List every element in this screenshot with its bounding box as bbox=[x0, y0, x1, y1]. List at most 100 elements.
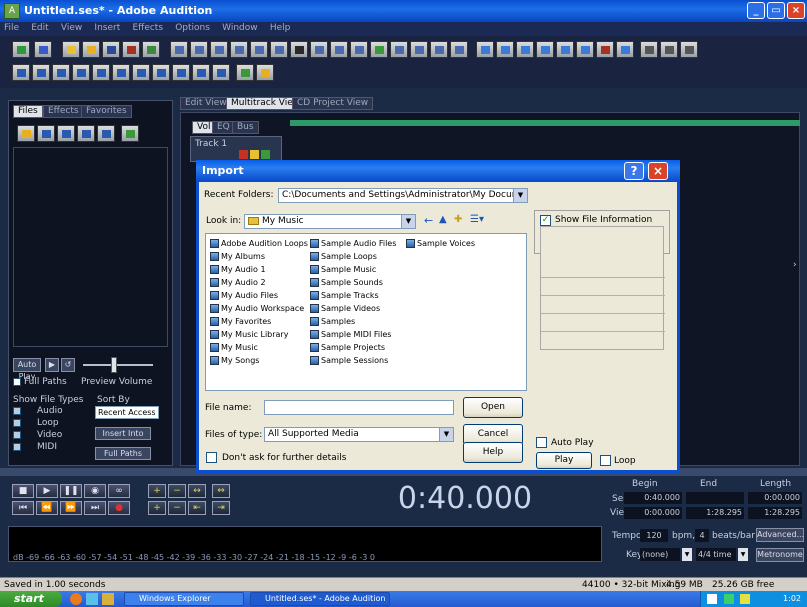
list-item[interactable]: Sample Loops bbox=[310, 251, 377, 262]
layout-1-icon[interactable] bbox=[12, 64, 30, 81]
tab-bus[interactable]: Bus bbox=[232, 121, 259, 134]
auto-play-checkbox[interactable] bbox=[536, 437, 547, 448]
show-file-info-checkbox[interactable]: ✓ bbox=[540, 215, 551, 226]
tool-1-icon[interactable] bbox=[170, 41, 188, 58]
start-button[interactable]: start bbox=[0, 591, 62, 607]
list-item[interactable]: My Audio Files bbox=[210, 290, 278, 301]
tab-edit-view[interactable]: Edit View bbox=[180, 97, 232, 110]
menu-options[interactable]: Options bbox=[175, 23, 210, 33]
file-settings-icon[interactable] bbox=[121, 125, 139, 142]
open-file-icon[interactable] bbox=[82, 41, 100, 58]
layout-3-icon[interactable] bbox=[52, 64, 70, 81]
open-button[interactable]: Open bbox=[463, 397, 523, 418]
loop-type-checkbox[interactable] bbox=[13, 419, 21, 427]
list-item[interactable]: Adobe Audition Loops bbox=[210, 238, 308, 249]
list-item[interactable]: Sample Videos bbox=[310, 303, 380, 314]
taskbar-item-audition[interactable]: Untitled.ses* - Adobe Audition bbox=[250, 592, 390, 606]
list-item[interactable]: Sample Sessions bbox=[310, 355, 388, 366]
layout-9-icon[interactable] bbox=[172, 64, 190, 81]
track-record-icon[interactable] bbox=[239, 150, 248, 159]
quick-launch-browser-icon[interactable] bbox=[70, 593, 82, 605]
metronome-button[interactable]: Metronome bbox=[756, 548, 804, 562]
close-file-panel-icon[interactable] bbox=[37, 125, 55, 142]
tool-17-icon[interactable] bbox=[496, 41, 514, 58]
file-list-area[interactable] bbox=[13, 147, 168, 347]
maximize-button[interactable]: ▭ bbox=[767, 2, 785, 19]
chevron-down-icon[interactable]: ▼ bbox=[439, 428, 453, 441]
layout-12-icon[interactable] bbox=[236, 64, 254, 81]
menu-edit[interactable]: Edit bbox=[31, 23, 48, 33]
quick-launch-folder-icon[interactable] bbox=[102, 593, 114, 605]
list-item[interactable]: My Music Library bbox=[210, 329, 288, 340]
key-select[interactable]: (none) bbox=[640, 548, 680, 561]
list-item[interactable]: Sample Audio Files bbox=[310, 238, 396, 249]
sort-by-select[interactable]: Recent Access bbox=[95, 406, 159, 419]
dialog-close-icon[interactable]: × bbox=[648, 162, 668, 180]
list-item[interactable]: Sample MIDI Files bbox=[310, 329, 391, 340]
dont-ask-checkbox[interactable] bbox=[206, 452, 217, 463]
list-item[interactable]: My Songs bbox=[210, 355, 259, 366]
list-item[interactable]: My Music bbox=[210, 342, 258, 353]
look-in-select[interactable]: My Music ▼ bbox=[244, 214, 416, 229]
list-item[interactable]: Sample Projects bbox=[310, 342, 385, 353]
chevron-down-icon[interactable]: ▼ bbox=[738, 548, 748, 561]
selection-range-bar[interactable] bbox=[290, 120, 800, 126]
tray-volume-icon[interactable] bbox=[740, 594, 751, 604]
track-solo-icon[interactable] bbox=[250, 150, 259, 159]
zoom-in-horizontal-icon[interactable]: + bbox=[148, 484, 166, 498]
file-name-input[interactable] bbox=[264, 400, 454, 415]
dialog-help-icon[interactable]: ? bbox=[624, 162, 644, 180]
tool-14-icon[interactable] bbox=[430, 41, 448, 58]
sel-begin-field[interactable]: 0:40.000 bbox=[624, 492, 682, 504]
list-item[interactable]: Sample Music bbox=[310, 264, 376, 275]
save-icon[interactable] bbox=[102, 41, 120, 58]
full-paths-button[interactable]: Full Paths bbox=[95, 447, 151, 460]
edit-view-icon[interactable] bbox=[34, 41, 52, 58]
tool-25-icon[interactable] bbox=[660, 41, 678, 58]
preview-volume-slider[interactable] bbox=[111, 357, 117, 373]
tool-13-icon[interactable] bbox=[410, 41, 428, 58]
multitrack-view-icon[interactable] bbox=[12, 41, 30, 58]
list-item[interactable]: My Audio Workspace bbox=[210, 303, 304, 314]
fast-forward-icon[interactable]: ⏩ bbox=[60, 501, 82, 515]
play-preview-icon[interactable]: ▶ bbox=[45, 358, 59, 372]
tab-effects[interactable]: Effects bbox=[43, 105, 84, 118]
files-of-type-select[interactable]: All Supported Media ▼ bbox=[264, 427, 454, 442]
view-begin-field[interactable]: 0:00.000 bbox=[624, 507, 682, 519]
tab-cd-project-view[interactable]: CD Project View bbox=[292, 97, 374, 110]
layout-5-icon[interactable] bbox=[92, 64, 110, 81]
tool-11-icon[interactable] bbox=[370, 41, 388, 58]
tool-4-icon[interactable] bbox=[230, 41, 248, 58]
help-button[interactable]: Help bbox=[463, 442, 523, 463]
track-mute-icon[interactable] bbox=[261, 150, 270, 159]
insert-into-button[interactable]: Insert Into bbox=[95, 427, 151, 440]
stop-icon[interactable]: ■ bbox=[12, 484, 34, 498]
auto-play-button[interactable]: Auto Play bbox=[13, 358, 41, 381]
advanced-button[interactable]: Advanced... bbox=[756, 528, 804, 542]
layout-6-icon[interactable] bbox=[112, 64, 130, 81]
tool-26-icon[interactable] bbox=[680, 41, 698, 58]
rewind-icon[interactable]: ⏪ bbox=[36, 501, 58, 515]
sel-length-field[interactable]: 0:00.000 bbox=[748, 492, 802, 504]
loop-checkbox[interactable] bbox=[600, 455, 611, 466]
full-paths-checkbox[interactable] bbox=[13, 378, 21, 386]
zoom-in-vertical-icon[interactable]: + bbox=[148, 501, 166, 515]
tool-12-icon[interactable] bbox=[390, 41, 408, 58]
tool-19-icon[interactable] bbox=[536, 41, 554, 58]
tool-2-icon[interactable] bbox=[190, 41, 208, 58]
record-icon[interactable]: ● bbox=[108, 501, 130, 515]
audio-type-checkbox[interactable] bbox=[13, 407, 21, 415]
insert-file-icon[interactable] bbox=[77, 125, 95, 142]
zoom-left-icon[interactable]: ⇤ bbox=[188, 501, 206, 515]
menu-insert[interactable]: Insert bbox=[94, 23, 120, 33]
tool-3-icon[interactable] bbox=[210, 41, 228, 58]
tray-icon[interactable] bbox=[707, 594, 717, 604]
menu-effects[interactable]: Effects bbox=[132, 23, 163, 33]
tool-21-icon[interactable] bbox=[576, 41, 594, 58]
view-end-field[interactable]: 1:28.295 bbox=[686, 507, 744, 519]
layout-13-icon[interactable] bbox=[256, 64, 274, 81]
track-header[interactable]: Track 1 bbox=[190, 136, 282, 162]
new-folder-icon[interactable]: ✚ bbox=[454, 214, 462, 225]
preview-volume-track[interactable] bbox=[83, 364, 153, 366]
back-icon[interactable]: ← bbox=[424, 214, 433, 227]
